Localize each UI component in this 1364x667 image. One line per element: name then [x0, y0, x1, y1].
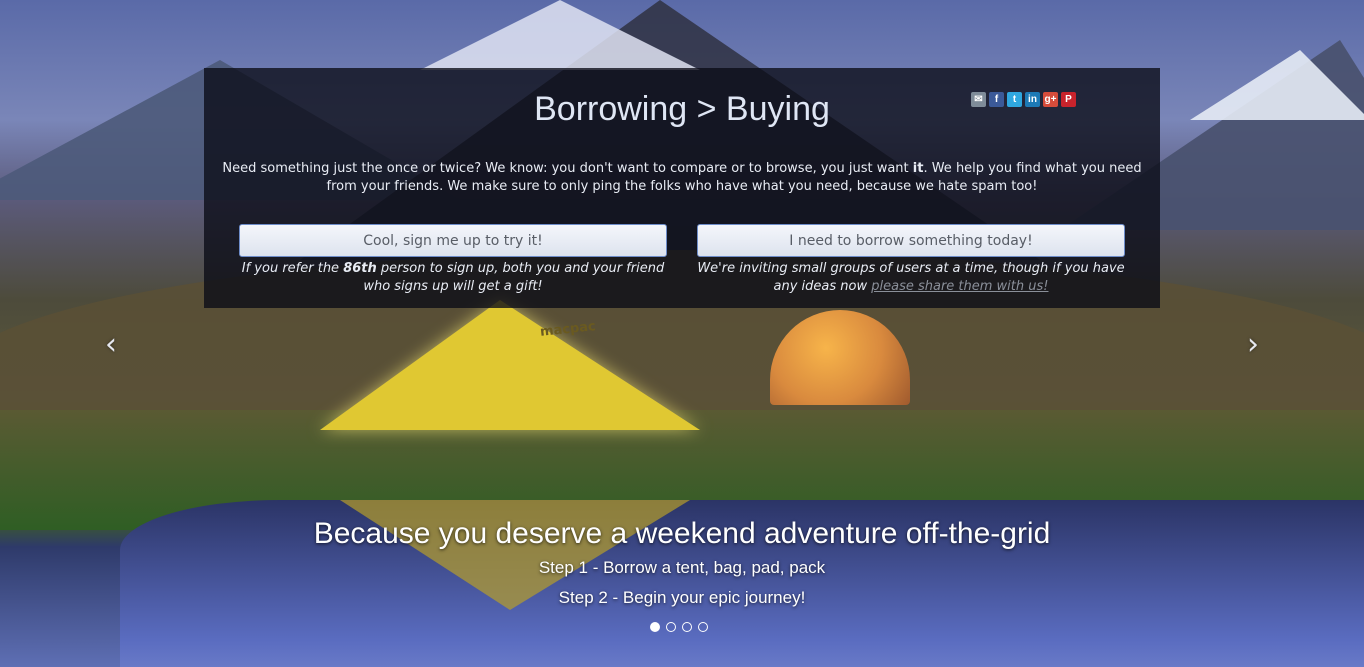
caption-step-1: Step 1 - Borrow a tent, bag, pad, pack	[538, 558, 826, 577]
facebook-icon[interactable]: f	[989, 92, 1004, 107]
signup-note-part2: person to sign up, both you and your fri…	[363, 261, 665, 294]
linkedin-icon[interactable]: in	[1025, 92, 1040, 107]
twitter-icon[interactable]: t	[1007, 92, 1022, 107]
signup-note: If you refer the 86th person to sign up,…	[239, 260, 667, 296]
intro-description: Need something just the once or twice? W…	[220, 160, 1144, 196]
carousel-indicator-dot[interactable]	[666, 622, 676, 632]
carousel-indicator-dot[interactable]	[650, 622, 660, 632]
carousel-next-icon[interactable]: ›	[1242, 330, 1264, 360]
carousel-indicator-dot[interactable]	[698, 622, 708, 632]
share-ideas-link[interactable]: please share them with us!	[871, 279, 1048, 294]
share-bar: ✉ f t in g+ P	[971, 92, 1076, 107]
google-plus-icon[interactable]: g+	[1043, 92, 1058, 107]
caption-title: Because you deserve a weekend adventure …	[313, 517, 1051, 550]
yellow-tent	[320, 300, 700, 430]
pinterest-icon[interactable]: P	[1061, 92, 1076, 107]
intro-description-part1: Need something just the once or twice? W…	[222, 161, 913, 176]
signup-note-emphasis: 86th	[343, 261, 377, 276]
signup-note-part1: If you refer the	[241, 261, 344, 276]
email-icon[interactable]: ✉	[971, 92, 986, 107]
carousel-prev-icon[interactable]: ‹	[100, 330, 122, 360]
borrow-note: We're inviting small groups of users at …	[697, 260, 1125, 296]
signup-button[interactable]: Cool, sign me up to try it!	[239, 224, 667, 257]
caption-step-2: Step 2 - Begin your epic journey!	[558, 588, 806, 607]
borrow-button[interactable]: I need to borrow something today!	[697, 224, 1125, 257]
carousel-indicator-dot[interactable]	[682, 622, 692, 632]
intro-panel: Borrowing > Buying ✉ f t in g+ P Need so…	[204, 68, 1160, 308]
snow-peak-center	[420, 0, 700, 70]
carousel-caption: Because you deserve a weekend adventure …	[0, 515, 1364, 613]
carousel-indicators	[650, 622, 708, 632]
intro-description-emphasis: it	[912, 161, 924, 176]
snow-peak-right	[1190, 50, 1364, 120]
